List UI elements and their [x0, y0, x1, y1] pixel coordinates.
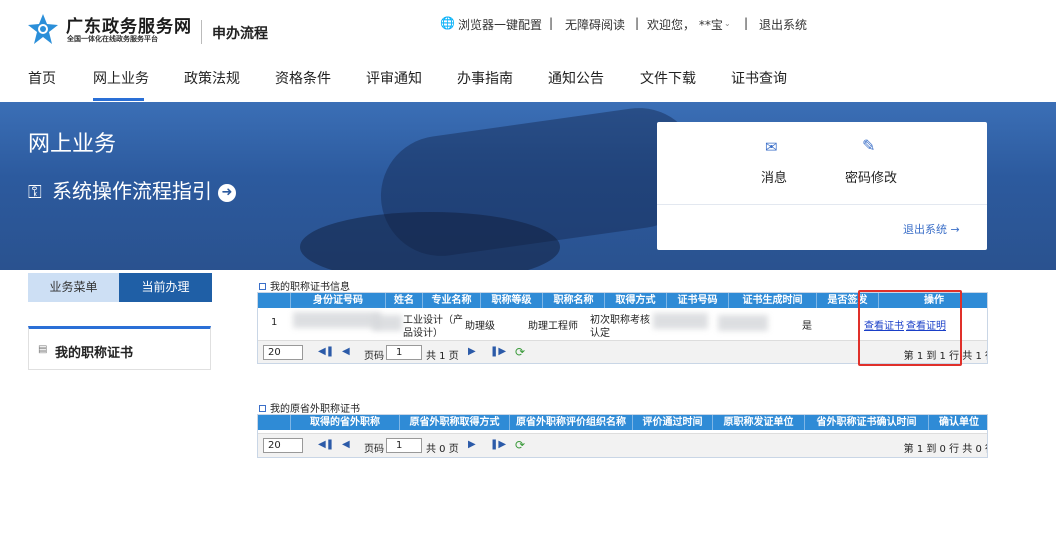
process-guide-label: 系统操作流程指引	[52, 179, 212, 203]
page-label: 页码	[364, 444, 384, 455]
banner-title: 网上业务	[28, 132, 117, 157]
messages-link[interactable]: 消息	[761, 167, 787, 186]
grid1-title: 我的职称证书信息	[259, 278, 350, 293]
next-page-icon[interactable]: ▶	[468, 346, 476, 357]
gov-logo-icon	[28, 14, 58, 44]
external-cert-grid: 取得的省外职称 原省外职称取得方式 原省外职称评价组织名称 评价通过时间 原职称…	[257, 414, 988, 458]
panel-divider	[657, 204, 987, 205]
arrow-right-icon: ➜	[218, 184, 236, 202]
method-line2: 认定	[590, 328, 610, 339]
nav-downloads[interactable]: 文件下载	[640, 68, 696, 88]
col-external-method[interactable]: 原省外职称取得方式	[400, 415, 510, 430]
last-page-icon[interactable]: ❚▶	[490, 346, 506, 357]
nav-guide[interactable]: 办事指南	[457, 68, 513, 88]
total-pages: 共 1 页	[426, 351, 459, 362]
row-index: 1	[271, 317, 278, 328]
total-pages: 共 0 页	[426, 444, 459, 455]
col-index	[258, 293, 291, 308]
util-separator: |	[744, 16, 749, 30]
col-method[interactable]: 取得方式	[605, 293, 667, 308]
browser-config-link[interactable]: 浏览器一键配置	[458, 16, 542, 33]
page-number-input[interactable]: 1	[386, 345, 422, 360]
col-cert-number[interactable]: 证书号码	[667, 293, 729, 308]
user-quick-panel: ✉ 消息 ✎ 密码修改 退出系统 →	[657, 122, 987, 250]
major-line2: 品设计）	[403, 328, 443, 339]
tab-current-handling[interactable]: 当前办理	[119, 273, 212, 302]
level-value: 助理级	[465, 321, 495, 332]
tab-business-menu[interactable]: 业务菜单	[28, 273, 119, 302]
col-issuing-unit[interactable]: 原职称发证单位	[713, 415, 805, 430]
page-size-select[interactable]: 20	[263, 345, 303, 360]
nav-qualification[interactable]: 资格条件	[275, 68, 331, 88]
welcome-user[interactable]: 欢迎您， **宝	[647, 16, 723, 33]
col-level[interactable]: 职称等级	[481, 293, 543, 308]
nav-online-business[interactable]: 网上业务	[93, 68, 149, 88]
envelope-icon[interactable]: ✉	[765, 138, 778, 156]
refresh-icon[interactable]: ⟳	[515, 345, 525, 359]
main-nav: 首页 网上业务 政策法规 资格条件 评审通知 办事指南 通知公告 文件下载 证书…	[0, 56, 1056, 102]
col-external-title[interactable]: 取得的省外职称	[291, 415, 400, 430]
util-separator: |	[549, 16, 554, 30]
sidebar-item-my-certificates[interactable]: ▤ 我的职称证书	[28, 326, 211, 370]
col-major[interactable]: 专业名称	[423, 293, 481, 308]
nav-home[interactable]: 首页	[28, 68, 56, 88]
col-generated-time[interactable]: 证书生成时间	[729, 293, 817, 308]
col-pass-time[interactable]: 评价通过时间	[633, 415, 713, 430]
nav-active-indicator	[93, 98, 144, 101]
nav-policy[interactable]: 政策法规	[184, 68, 240, 88]
process-guide-link[interactable]: ⚿ 系统操作流程指引 ➜	[28, 175, 236, 204]
brand-subtitle: 全国一体化在线政务服务平台	[67, 35, 158, 43]
col-name[interactable]: 姓名	[386, 293, 423, 308]
last-page-icon[interactable]: ❚▶	[490, 439, 506, 450]
panel-logout-link[interactable]: 退出系统 →	[903, 221, 960, 237]
name-redacted	[372, 315, 402, 331]
page-info: 第 1 到 0 行 共 0 行	[903, 444, 988, 455]
col-confirm-time[interactable]: 省外职称证书确认时间	[805, 415, 929, 430]
nav-review-notice[interactable]: 评审通知	[366, 68, 422, 88]
chevron-down-icon[interactable]: ⌄	[724, 19, 731, 28]
col-confirm-unit[interactable]: 确认单位	[929, 415, 987, 430]
id-number-redacted	[293, 312, 381, 328]
refresh-icon[interactable]: ⟳	[515, 438, 525, 452]
generated-time-redacted	[718, 315, 768, 331]
accessible-reading-link[interactable]: 无障碍阅读	[565, 16, 625, 33]
first-page-icon[interactable]: ◀❚	[318, 439, 334, 450]
signed-value: 是	[802, 321, 812, 332]
grid2-pager: 20 ◀❚ ◀ 页码 1 共 0 页 ▶ ❚▶ ⟳ 第 1 到 0 行 共 0 …	[258, 433, 988, 457]
grid2-title: 我的原省外职称证书	[259, 400, 360, 415]
top-bar: 广东政务服务网 全国一体化在线政务服务平台 申办流程 🌐 浏览器一键配置 | 无…	[0, 0, 1056, 56]
util-separator: |	[635, 16, 640, 30]
page-label: 页码	[364, 351, 384, 362]
prev-page-icon[interactable]: ◀	[342, 346, 350, 357]
col-external-org[interactable]: 原省外职称评价组织名称	[510, 415, 633, 430]
col-id-number[interactable]: 身份证号码	[291, 293, 386, 308]
action-highlight-box	[858, 290, 962, 366]
next-page-icon[interactable]: ▶	[468, 439, 476, 450]
nav-announcement[interactable]: 通知公告	[548, 68, 604, 88]
brand-divider	[201, 20, 202, 44]
page-number-input[interactable]: 1	[386, 438, 422, 453]
document-icon: ▤	[38, 344, 48, 355]
cert-number-redacted	[653, 313, 708, 329]
prev-page-icon[interactable]: ◀	[342, 439, 350, 450]
page-size-select[interactable]: 20	[263, 438, 303, 453]
expand-icon[interactable]	[259, 283, 266, 290]
nav-cert-query[interactable]: 证书查询	[731, 68, 787, 88]
password-edit-icon[interactable]: ✎	[862, 136, 875, 155]
sidebar-tabs: 业务菜单 当前办理	[28, 273, 212, 302]
sidebar-item-label: 我的职称证书	[55, 346, 134, 361]
title-name-value: 助理工程师	[528, 321, 578, 332]
globe-icon: 🌐	[440, 16, 455, 30]
grid2-header: 取得的省外职称 原省外职称取得方式 原省外职称评价组织名称 评价通过时间 原职称…	[258, 415, 987, 430]
col-index	[258, 415, 291, 430]
first-page-icon[interactable]: ◀❚	[318, 346, 334, 357]
guide-icon: ⚿	[28, 182, 42, 203]
logout-link[interactable]: 退出系统	[759, 16, 807, 33]
expand-icon[interactable]	[259, 405, 266, 412]
col-title-name[interactable]: 职称名称	[543, 293, 605, 308]
password-change-link[interactable]: 密码修改	[845, 167, 897, 186]
section-title: 申办流程	[212, 26, 268, 42]
